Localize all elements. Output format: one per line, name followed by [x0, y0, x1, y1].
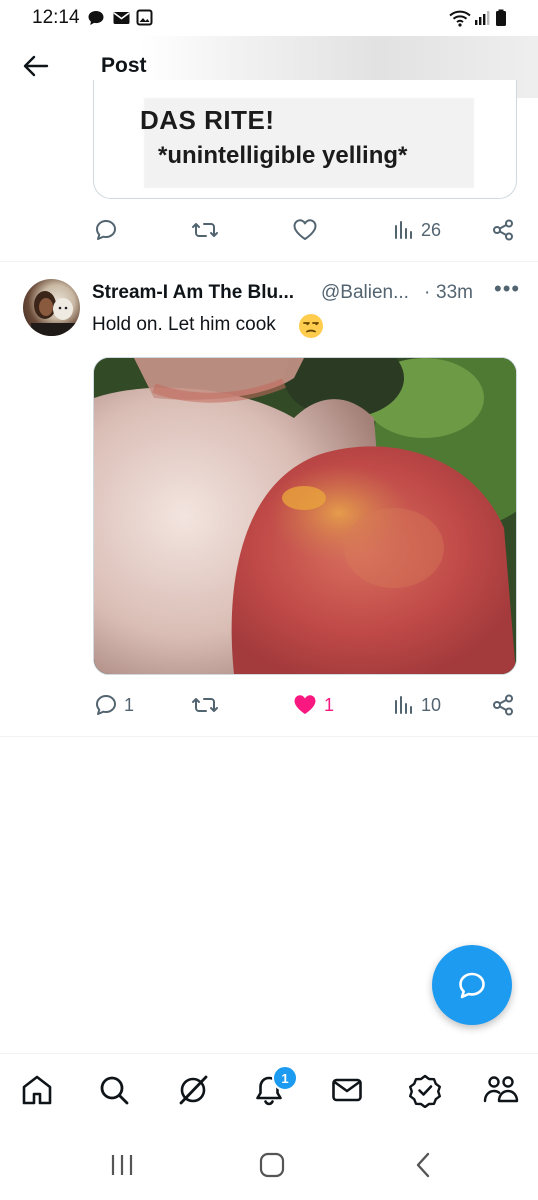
nav-communities[interactable]: [481, 1070, 521, 1110]
post-author-name[interactable]: Stream-I Am The Blu...: [92, 282, 294, 304]
nav-messages[interactable]: [327, 1070, 367, 1110]
views-count: 10: [421, 694, 442, 715]
post-author-handle[interactable]: @Balien...: [321, 282, 409, 304]
back-system-button[interactable]: [410, 1151, 438, 1179]
reply-button[interactable]: [94, 218, 118, 242]
messages-icon: [332, 1078, 362, 1102]
like-count: 1: [324, 694, 335, 715]
reply-icon: [96, 695, 116, 715]
views-count: 26: [421, 219, 442, 240]
sunburn-photo: [94, 358, 516, 674]
home-icon: [22, 1075, 52, 1105]
retweet-icon: [192, 698, 218, 712]
separator-dot: ·: [424, 282, 431, 303]
home-system-button[interactable]: [257, 1151, 287, 1179]
divider: [0, 261, 538, 262]
post-text: Hold on. Let him cook: [92, 314, 276, 335]
retweet-button[interactable]: [191, 693, 219, 717]
meme-caption-line1: DAS RITE!: [140, 105, 275, 135]
nav-home[interactable]: [17, 1070, 57, 1110]
home-square-icon: [259, 1152, 285, 1178]
retweet-button[interactable]: [191, 218, 219, 242]
reply-count: 1: [124, 694, 135, 715]
meme-caption-line2: *unintelligible yelling*: [158, 142, 408, 169]
grok-icon: [179, 1075, 208, 1105]
verified-icon: [409, 1074, 441, 1108]
retweet-icon: [192, 223, 218, 237]
reply-button[interactable]: 1: [94, 693, 134, 717]
wifi-icon: [449, 10, 471, 27]
views-icon: [395, 696, 412, 714]
reply-bubble-icon: [459, 972, 485, 999]
nav-grok[interactable]: [173, 1070, 213, 1110]
avatar-image: [31, 291, 75, 336]
share-button[interactable]: [491, 218, 515, 242]
avatar[interactable]: [23, 279, 80, 336]
image-icon: [136, 9, 153, 26]
unamused-face-emoji: [299, 314, 323, 338]
views-button[interactable]: 10: [393, 693, 441, 717]
signal-icon: [475, 11, 490, 25]
like-button[interactable]: 1: [292, 693, 334, 717]
nav-verified[interactable]: [405, 1070, 445, 1110]
share-button[interactable]: [491, 693, 515, 717]
notification-badge: 1: [272, 1065, 298, 1091]
recent-apps-icon: [111, 1155, 133, 1175]
status-time: 12:14: [32, 7, 80, 28]
more-options-button[interactable]: •••: [494, 276, 520, 302]
like-button[interactable]: [292, 218, 318, 242]
page-title: Post: [101, 54, 147, 77]
quoted-media-card[interactable]: [93, 80, 517, 199]
mail-icon: [113, 12, 130, 24]
chat-bubble-icon: [88, 11, 104, 25]
arrow-left-icon: [23, 55, 49, 77]
post-timestamp[interactable]: 33m: [436, 282, 473, 304]
battery-icon: [496, 9, 506, 26]
heart-filled-icon: [294, 695, 316, 714]
divider: [0, 736, 538, 737]
nav-search[interactable]: [94, 1070, 134, 1110]
views-button[interactable]: 26: [393, 218, 441, 242]
share-icon: [493, 694, 513, 716]
recent-apps-button[interactable]: [108, 1151, 136, 1179]
post-media-image[interactable]: [93, 357, 517, 675]
chevron-left-icon: [416, 1152, 430, 1178]
search-icon: [100, 1076, 129, 1105]
share-icon: [493, 219, 513, 241]
back-button[interactable]: [22, 53, 52, 81]
views-icon: [395, 221, 412, 239]
communities-icon: [483, 1076, 519, 1103]
reply-icon: [96, 220, 116, 240]
heart-outline-icon: [293, 219, 317, 240]
compose-reply-button[interactable]: [432, 945, 512, 1025]
